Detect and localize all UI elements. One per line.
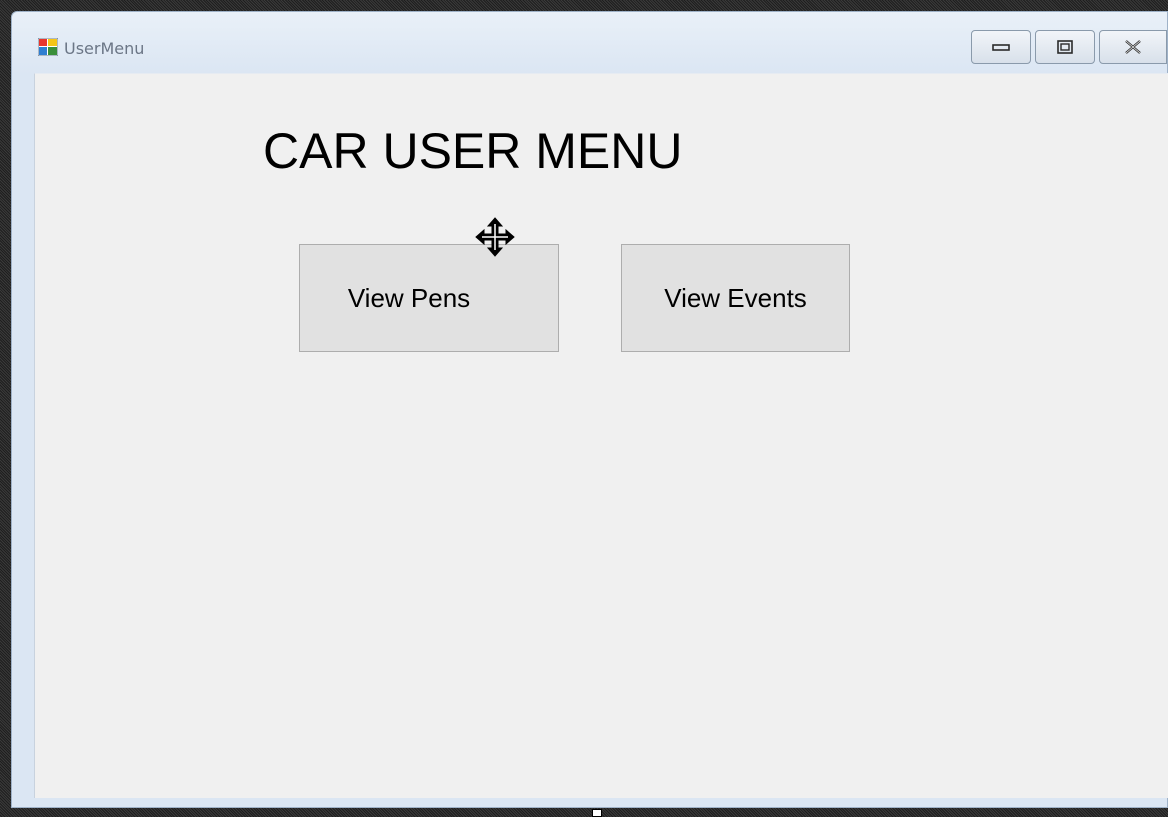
- move-cursor-icon: [475, 217, 515, 257]
- view-events-button[interactable]: View Events: [621, 244, 850, 352]
- title-bar[interactable]: UserMenu: [12, 12, 1167, 74]
- page-title: CAR USER MENU: [263, 123, 683, 179]
- close-icon: [1125, 40, 1141, 54]
- view-events-label: View Events: [664, 282, 807, 313]
- form-window: UserMenu CAR USER MENU View Pens View Ev…: [11, 11, 1168, 808]
- form-client-area: CAR USER MENU View Pens View Events: [34, 73, 1168, 798]
- view-pens-button[interactable]: View Pens: [299, 244, 559, 352]
- maximize-icon: [1057, 40, 1073, 54]
- window-title: UserMenu: [64, 39, 145, 58]
- close-button[interactable]: [1099, 30, 1167, 64]
- maximize-button[interactable]: [1035, 30, 1095, 64]
- form-icon: [38, 38, 58, 56]
- resize-handle[interactable]: [592, 809, 602, 817]
- view-pens-label: View Pens: [347, 282, 471, 313]
- minimize-icon: [992, 44, 1010, 51]
- window-controls: [971, 30, 1167, 66]
- minimize-button[interactable]: [971, 30, 1031, 64]
